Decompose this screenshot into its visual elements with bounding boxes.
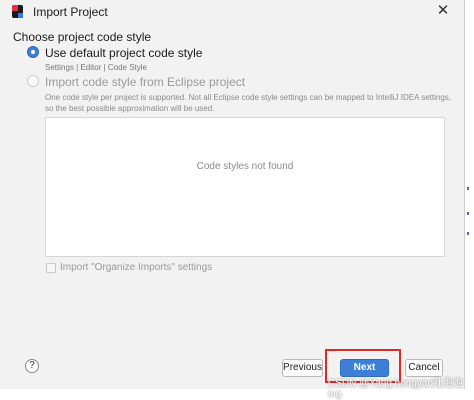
code-styles-list[interactable]: Code styles not found <box>45 117 445 257</box>
background-marker <box>467 187 469 190</box>
organize-imports-checkbox[interactable] <box>46 263 56 273</box>
title-bar: Import Project ✕ <box>0 0 464 24</box>
intellij-idea-icon <box>12 5 23 18</box>
eclipse-style-label[interactable]: Import code style from Eclipse project <box>45 75 245 89</box>
watermark: CSDN @Yang hongyao吐泡泡ing <box>328 378 464 400</box>
import-project-dialog: Import Project ✕ Choose project code sty… <box>0 0 465 389</box>
eclipse-description-line1: One code style per project is supported.… <box>45 93 451 102</box>
window-title: Import Project <box>33 5 108 19</box>
section-heading: Choose project code style <box>13 30 152 44</box>
background-marker <box>467 212 469 215</box>
eclipse-style-radio[interactable] <box>27 75 39 87</box>
default-style-hint: Settings | Editor | Code Style <box>45 63 147 72</box>
empty-state-text: Code styles not found <box>196 161 294 172</box>
previous-button[interactable]: Previous <box>282 359 323 377</box>
default-style-label[interactable]: Use default project code style <box>45 46 202 60</box>
close-icon[interactable]: ✕ <box>432 2 454 20</box>
eclipse-description-line2: so the best possible approximation will … <box>45 104 215 113</box>
help-icon[interactable]: ? <box>25 359 39 373</box>
organize-imports-label[interactable]: Import "Organize Imports" settings <box>60 262 212 273</box>
default-style-radio[interactable] <box>27 46 39 58</box>
background-marker <box>467 232 469 235</box>
